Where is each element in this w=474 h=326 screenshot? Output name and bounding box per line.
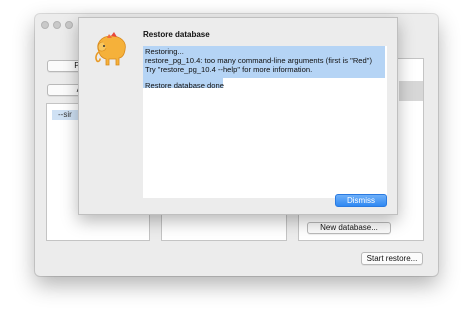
start-restore-label: Start restore... [366, 254, 418, 263]
selected-row[interactable] [399, 81, 423, 101]
new-database-button[interactable]: New database... [307, 222, 391, 234]
log-line: Restore database done [145, 81, 224, 90]
close-window-icon[interactable] [41, 21, 49, 29]
dismiss-button[interactable]: Dismiss [335, 194, 387, 207]
restore-log[interactable]: Restoring... restore_pg_10.4: too many c… [143, 46, 387, 198]
zoom-window-icon[interactable] [65, 21, 73, 29]
elephant-icon [95, 32, 126, 66]
restore-database-sheet: Restore database Restoring... restore_pg… [78, 17, 398, 215]
new-database-label: New database... [320, 223, 378, 232]
sheet-title: Restore database [143, 30, 210, 39]
start-restore-button[interactable]: Start restore... [361, 252, 423, 265]
log-line: Try "restore_pg_10.4 --help" for more in… [145, 65, 313, 74]
minimize-window-icon[interactable] [53, 21, 61, 29]
dismiss-label: Dismiss [347, 196, 375, 205]
